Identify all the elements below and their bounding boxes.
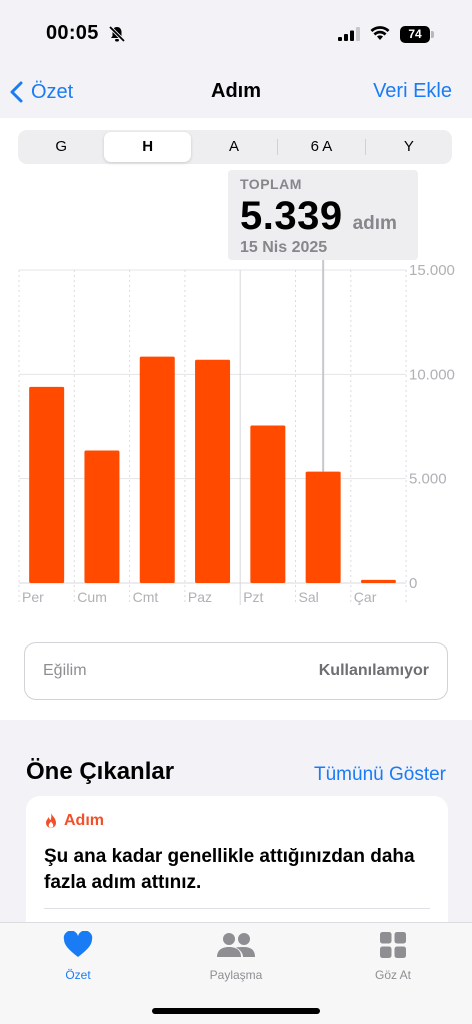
tab-browse[interactable]: Göz At [333, 931, 453, 982]
x-tick-label: Per [22, 589, 44, 605]
signal-icon [338, 27, 360, 41]
x-tick-label: Cmt [133, 589, 159, 605]
trend-value: Kullanılamıyor [318, 662, 429, 679]
selection-tooltip: TOPLAM 5.339 adım 15 Nis 2025 [228, 170, 418, 260]
chart-bar [360, 579, 396, 583]
flame-icon [46, 813, 56, 828]
tab-sharing[interactable]: Paylaşma [176, 931, 296, 982]
chart-bar [29, 386, 65, 583]
x-tick-label: Sal [299, 589, 319, 605]
status-time: 00:05 [46, 22, 99, 44]
add-data-button[interactable]: Veri Ekle [373, 80, 452, 103]
status-bar: 00:05 74 [0, 0, 472, 70]
bell-slash-icon [108, 25, 126, 43]
highlights-title: Öne Çıkanlar [26, 758, 175, 785]
trend-row[interactable]: Eğilim Kullanılamıyor [24, 642, 448, 700]
home-indicator [152, 1008, 320, 1014]
chart-bar [139, 356, 175, 583]
tab-summary[interactable]: Özet [18, 930, 138, 982]
chart-bar [84, 450, 120, 583]
x-tick-label: Çar [354, 589, 377, 605]
heart-icon [63, 930, 93, 957]
y-tick-label: 5.000 [409, 471, 447, 488]
chart-bar [250, 425, 286, 583]
chart-bar [195, 359, 231, 583]
battery-level: 74 [400, 26, 430, 43]
x-tick-label: Cum [77, 589, 107, 605]
tooltip-value: 5.339 [240, 194, 343, 238]
battery-tip [431, 31, 434, 38]
y-tick-label: 15.000 [409, 262, 455, 279]
tooltip-unit: adım [352, 213, 397, 234]
highlight-divider [44, 908, 430, 909]
x-tick-label: Pzt [243, 589, 263, 605]
trend-label: Eğilim [43, 662, 87, 679]
y-tick-label: 10.000 [409, 366, 455, 383]
grid-icon [380, 932, 406, 958]
highlight-text: Şu ana kadar genellikle attığınızdan dah… [44, 846, 415, 893]
tooltip-date: 15 Nis 2025 [240, 239, 328, 256]
nav-bar: Özet Adım Veri Ekle [0, 70, 472, 118]
main-panel: G H A 6 A Y Per Cum Cmt Paz Pzt Sal Çar 15.000 1… [0, 118, 472, 720]
highlight-category: Adım [64, 812, 104, 829]
tab-sharing-label: Paylaşma [209, 968, 263, 982]
tab-summary-label: Özet [65, 968, 91, 982]
chart-bar [305, 471, 341, 583]
people-icon [217, 933, 255, 957]
show-all-link[interactable]: Tümünü Göster [314, 764, 446, 786]
tab-browse-label: Göz At [374, 968, 412, 982]
highlights-header: Öne Çıkanlar Tümünü Göster [26, 758, 446, 792]
tooltip-label: TOPLAM [240, 176, 302, 192]
x-tick-label: Paz [188, 589, 212, 605]
y-tick-label: 0 [409, 575, 417, 592]
wifi-icon [370, 26, 390, 40]
